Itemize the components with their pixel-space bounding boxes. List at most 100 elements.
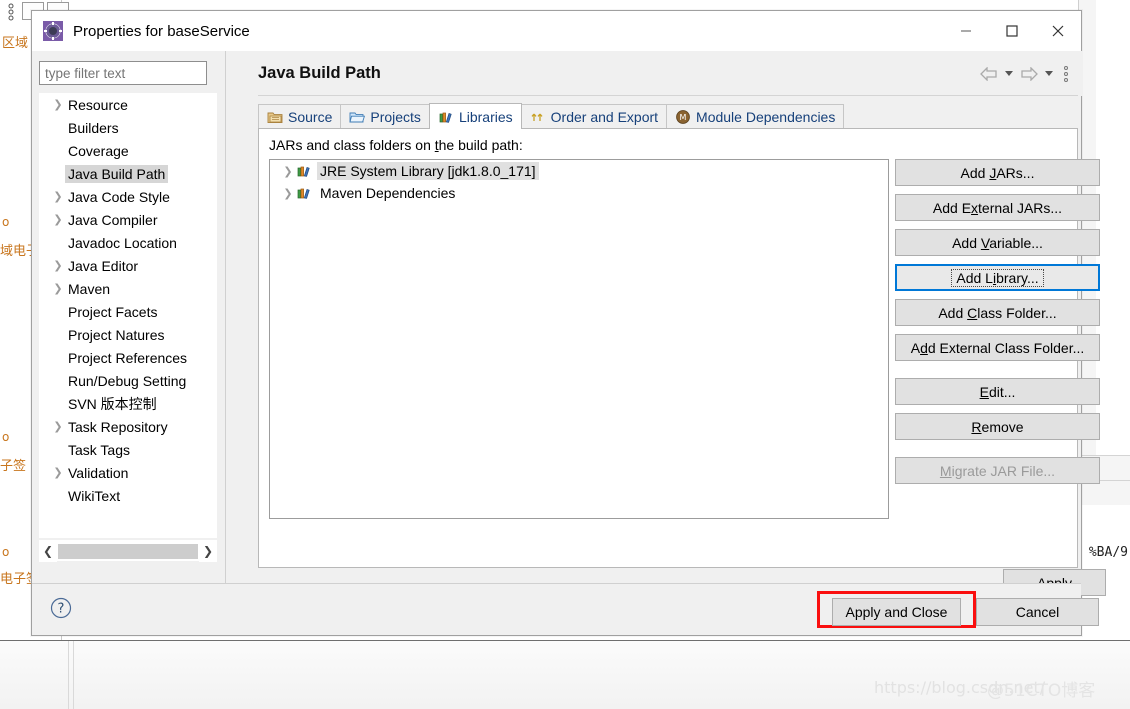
tree-horizontal-scrollbar[interactable]: ❮ ❯ [39,540,217,562]
tab-order-and-export[interactable]: Order and Export [520,104,668,129]
sidebar-item-label: Validation [68,464,129,481]
chevron-right-icon[interactable]: ❯ [51,282,65,295]
vertical-dots-icon[interactable] [1057,59,1075,89]
edit-button[interactable]: Edit... [895,378,1100,405]
tab-source[interactable]: Source [258,104,342,129]
sidebar-item-label: SVN 版本控制 [68,395,157,412]
help-question-icon[interactable]: ? [50,597,72,619]
module-badge-icon: M [675,109,691,125]
sidebar-item-label: Resource [68,96,128,113]
list-item-label: JRE System Library [jdk1.8.0_171] [317,162,539,180]
watermark-overlay: @51CTO博客 [987,681,1096,701]
add-class-folder-button[interactable]: Add Class Folder... [895,299,1100,326]
chevron-right-icon[interactable]: ❯ [51,213,65,226]
settings-tree-panel: ❯ Resource Builders Coverage Java Build … [39,61,217,573]
apply-and-close-button[interactable]: Apply and Close [832,598,961,626]
chevron-right-icon[interactable]: ❯ [280,165,296,178]
sidebar-item-java-compiler[interactable]: ❯ Java Compiler [39,208,217,231]
chevron-right-icon[interactable]: ❯ [280,187,296,200]
tab-label: Projects [370,109,421,125]
sidebar-item-label: Coverage [68,142,129,159]
minimize-button[interactable] [943,11,989,51]
add-library-button[interactable]: Add Library... [895,264,1100,291]
header-divider [258,95,1078,96]
libraries-list[interactable]: ❯ JRE System Library [jdk1.8.0_171] ❯ Ma… [269,159,889,519]
add-variable-button[interactable]: Add Variable... [895,229,1100,256]
sidebar-item-javadoc-location[interactable]: Javadoc Location [39,231,217,254]
sidebar-item-project-references[interactable]: Project References [39,346,217,369]
svg-text:?: ? [58,602,65,617]
tab-projects[interactable]: Projects [340,104,430,129]
sidebar-item-label: Java Build Path [65,164,169,183]
back-menu-chevron-down-icon[interactable] [1001,59,1017,89]
tab-libraries[interactable]: Libraries [428,103,522,129]
filter-input[interactable] [39,61,207,85]
sidebar-item-label: WikiText [68,487,121,504]
chevron-right-icon[interactable]: ❯ [51,466,65,479]
sidebar-item-label: Javadoc Location [68,234,177,251]
sidebar-item-task-repository[interactable]: ❯ Task Repository [39,415,217,438]
sidebar-item-label: Project References [68,349,188,366]
forward-menu-chevron-down-icon[interactable] [1041,59,1057,89]
sidebar-item-validation[interactable]: ❯ Validation [39,461,217,484]
add-external-class-folder-label: Add External Class Folder... [910,339,1085,356]
libraries-tab-panel: JARs and class folders on the build path… [258,128,1100,568]
sidebar-item-label: Task Tags [68,441,130,458]
chevron-right-icon[interactable]: ❯ [51,190,65,203]
sidebar-item-svn[interactable]: SVN 版本控制 [39,392,217,415]
sidebar-item-label: Java Code Style [68,188,170,205]
sidebar-item-coverage[interactable]: Coverage [39,139,217,162]
cancel-button[interactable]: Cancel [976,598,1099,626]
sidebar-item-project-natures[interactable]: Project Natures [39,323,217,346]
sidebar-item-builders[interactable]: Builders [39,116,217,139]
maximize-button[interactable] [989,11,1035,51]
tab-module-dependencies[interactable]: M Module Dependencies [666,104,845,129]
remove-button[interactable]: Remove [895,413,1100,440]
sidebar-item-java-code-style[interactable]: ❯ Java Code Style [39,185,217,208]
page-title: Java Build Path [258,64,381,82]
libraries-action-buttons: Add JARs... Add External JARs... Add Var… [895,159,1103,492]
background-text-fragment: 区域 [2,36,29,51]
scroll-right-icon[interactable]: ❯ [199,540,217,562]
close-button[interactable] [1035,11,1081,51]
add-jars-button[interactable]: Add JARs... [895,159,1100,186]
background-overflow-dots-icon[interactable] [5,2,17,22]
add-external-jars-button[interactable]: Add External JARs... [895,194,1100,221]
sidebar-item-run-debug-setting[interactable]: Run/Debug Setting [39,369,217,392]
sidebar-item-java-build-path[interactable]: Java Build Path [39,162,217,185]
scroll-thumb[interactable] [58,543,198,559]
sidebar-item-task-tags[interactable]: Task Tags [39,438,217,461]
list-item[interactable]: ❯ Maven Dependencies [270,182,888,204]
library-books-icon [438,109,454,125]
panel-divider [225,51,226,583]
add-external-class-folder-button[interactable]: Add External Class Folder... [895,334,1100,361]
cancel-label: Cancel [1015,604,1060,620]
sidebar-item-label: Java Editor [68,257,139,274]
scroll-left-icon[interactable]: ❮ [39,540,57,562]
add-variable-label: Add Variable... [952,234,1043,251]
order-arrows-icon [530,109,546,125]
page-nav [977,51,1075,96]
sidebar-item-wikitext[interactable]: WikiText [39,484,217,507]
forward-arrow-icon[interactable] [1017,59,1041,89]
add-library-label: Add Library... [951,268,1044,287]
back-arrow-icon[interactable] [977,59,1001,89]
properties-gear-icon [43,21,63,41]
sidebar-item-maven[interactable]: ❯ Maven [39,277,217,300]
source-folder-icon [267,109,283,125]
chevron-right-icon[interactable]: ❯ [51,420,65,433]
list-item[interactable]: ❯ JRE System Library [jdk1.8.0_171] [270,160,888,182]
chevron-right-icon[interactable]: ❯ [51,98,65,111]
migrate-jar-file-button: Migrate JAR File... [895,457,1100,484]
sidebar-item-resource[interactable]: ❯ Resource [39,93,217,116]
sidebar-item-label: Run/Debug Setting [68,372,187,389]
sidebar-item-java-editor[interactable]: ❯ Java Editor [39,254,217,277]
background-text-fragment: 子签 [0,459,27,474]
settings-tree[interactable]: ❯ Resource Builders Coverage Java Build … [39,93,217,538]
sidebar-item-project-facets[interactable]: Project Facets [39,300,217,323]
sidebar-item-label: Project Facets [68,303,158,320]
library-books-icon [296,163,312,179]
add-class-folder-label: Add Class Folder... [938,304,1057,321]
properties-dialog: Properties for baseService type filter t… [31,10,1106,636]
chevron-right-icon[interactable]: ❯ [51,259,65,272]
